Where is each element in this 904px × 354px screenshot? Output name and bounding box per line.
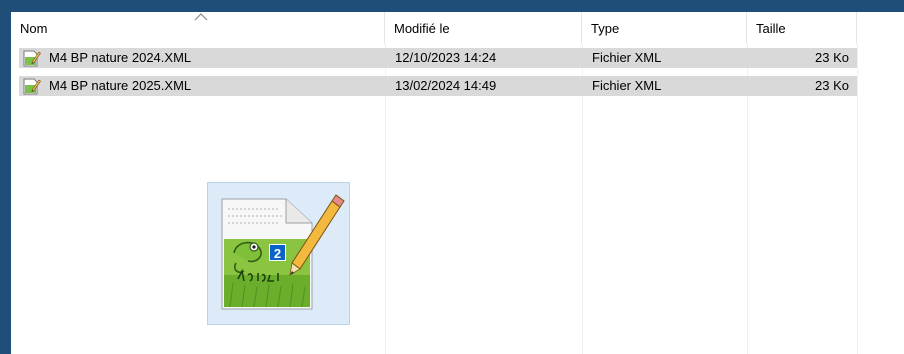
file-type: Fichier XML <box>592 50 662 65</box>
column-header-type[interactable]: Type <box>582 12 747 44</box>
file-modified: 13/02/2024 14:49 <box>395 78 497 93</box>
column-separator <box>857 44 858 354</box>
column-header-name[interactable]: Nom <box>11 12 385 44</box>
file-name: M4 BP nature 2024.XML <box>49 50 192 65</box>
column-header-name-label: Nom <box>20 21 48 36</box>
notepadpp-file-icon <box>23 50 41 67</box>
file-row[interactable]: M4 BP nature 2025.XML 13/02/2024 14:49 F… <box>19 76 857 96</box>
column-header-size[interactable]: Taille <box>747 12 857 44</box>
file-type: Fichier XML <box>592 78 662 93</box>
drag-preview: 2 <box>207 182 350 325</box>
column-header-row: Nom Modifié le Type Taille <box>11 12 904 44</box>
file-row[interactable]: M4 BP nature 2024.XML 12/10/2023 14:24 F… <box>19 48 857 68</box>
column-header-type-label: Type <box>591 21 620 36</box>
notepadpp-file-icon <box>23 78 41 95</box>
drag-count-badge: 2 <box>269 244 286 261</box>
file-size: 23 Ko <box>815 78 849 93</box>
file-name: M4 BP nature 2025.XML <box>49 78 192 93</box>
column-header-modified-label: Modifié le <box>394 21 450 36</box>
sort-ascending-icon <box>194 13 208 21</box>
file-modified: 12/10/2023 14:24 <box>395 50 497 65</box>
file-size: 23 Ko <box>815 50 849 65</box>
column-header-size-label: Taille <box>756 21 786 36</box>
file-explorer-list-view: Nom Modifié le Type Taille M4 BP nature … <box>11 12 904 354</box>
column-header-modified[interactable]: Modifié le <box>385 12 582 44</box>
